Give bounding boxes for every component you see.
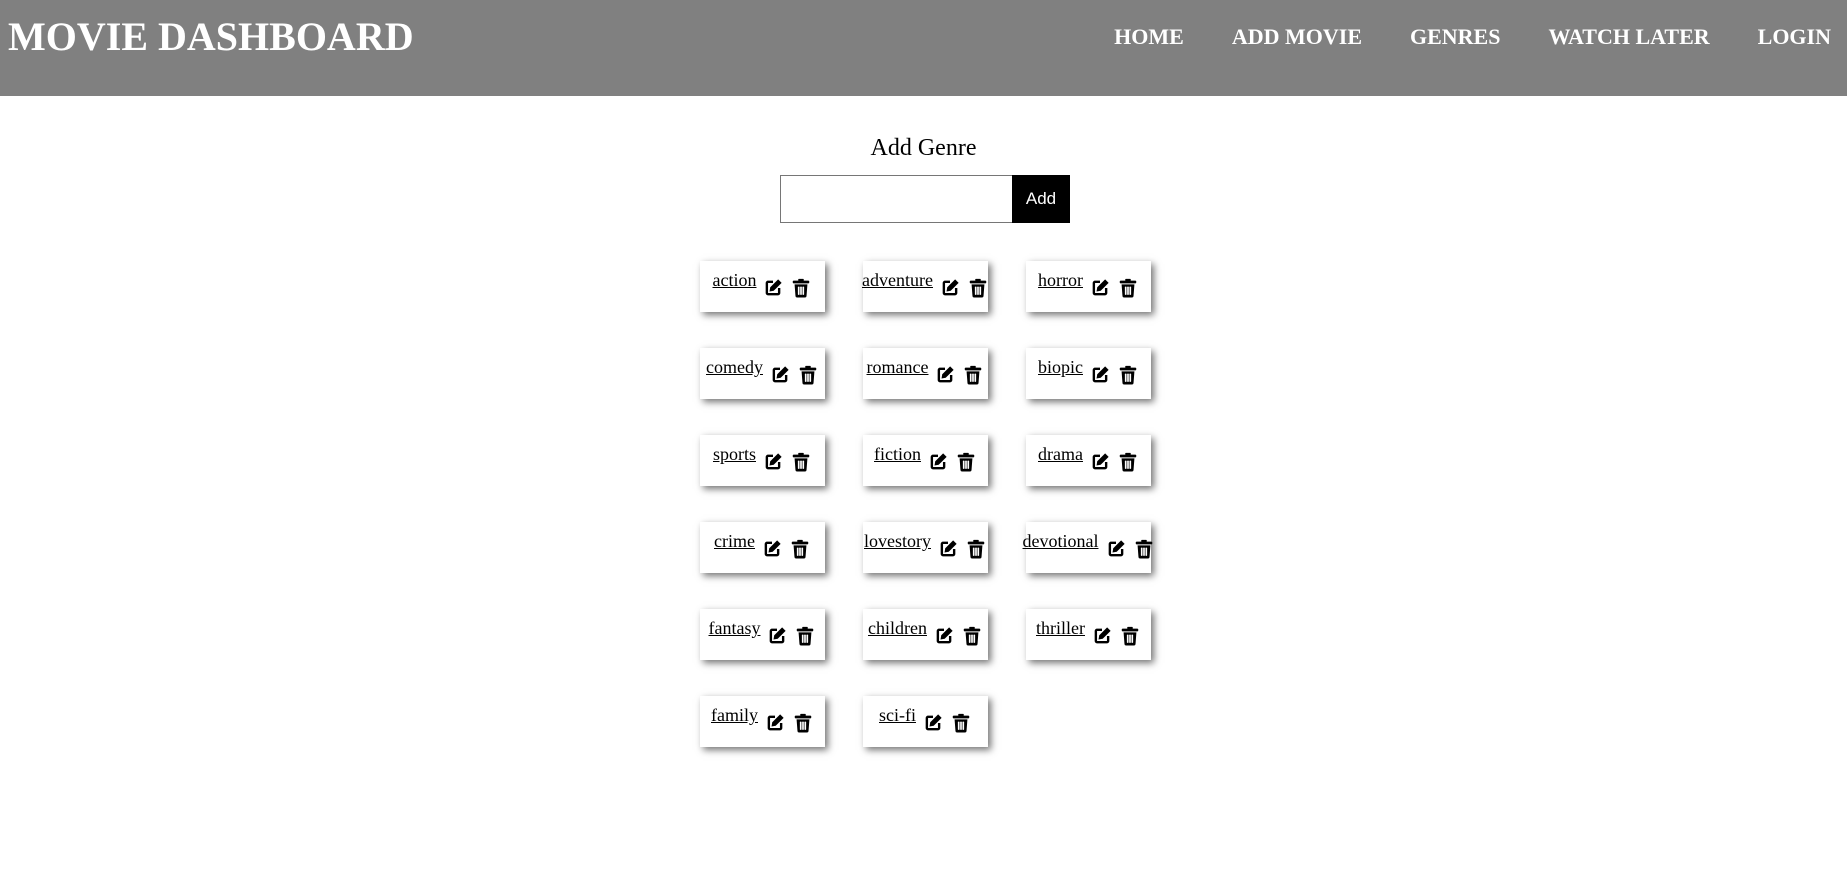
genre-card-children: children xyxy=(863,609,988,660)
genre-name-fiction[interactable]: fiction xyxy=(874,444,921,464)
trash-icon[interactable] xyxy=(789,538,811,560)
genre-name-family[interactable]: family xyxy=(711,705,758,725)
edit-icon[interactable] xyxy=(762,451,784,473)
genre-name-sports[interactable]: sports xyxy=(713,444,756,464)
trash-icon[interactable] xyxy=(1117,364,1139,386)
genre-card-crime: crime xyxy=(700,522,825,573)
genre-name-biopic[interactable]: biopic xyxy=(1038,357,1083,377)
trash-icon[interactable] xyxy=(961,625,983,647)
nav-link-watch-later[interactable]: WATCH LATER xyxy=(1548,24,1709,50)
trash-icon[interactable] xyxy=(790,277,812,299)
genre-card-lovestory: lovestory xyxy=(863,522,988,573)
genre-name-fantasy[interactable]: fantasy xyxy=(709,618,761,638)
genre-card-devotional: devotional xyxy=(1023,522,1152,573)
genre-name-lovestory[interactable]: lovestory xyxy=(864,531,931,551)
genre-card-comedy: comedy xyxy=(700,348,825,399)
genre-card-fantasy: fantasy xyxy=(700,609,825,660)
genre-name-children[interactable]: children xyxy=(868,618,927,638)
genre-card-romance: romance xyxy=(863,348,988,399)
genre-card-sci-fi: sci-fi xyxy=(863,696,988,747)
trash-icon[interactable] xyxy=(955,451,977,473)
edit-icon[interactable] xyxy=(766,625,788,647)
genre-card-sports: sports xyxy=(700,435,825,486)
edit-icon[interactable] xyxy=(933,625,955,647)
trash-icon[interactable] xyxy=(1117,451,1139,473)
edit-icon[interactable] xyxy=(934,364,956,386)
genre-name-action[interactable]: action xyxy=(713,270,757,290)
edit-icon[interactable] xyxy=(1091,625,1113,647)
nav-link-add-movie[interactable]: ADD MOVIE xyxy=(1232,24,1362,50)
genre-name-drama[interactable]: drama xyxy=(1038,444,1083,464)
add-genre-title: Add Genre xyxy=(870,135,977,161)
add-genre-form: Add xyxy=(780,175,1070,223)
add-genre-button[interactable]: Add xyxy=(1012,175,1070,223)
genre-card-action: action xyxy=(700,261,825,312)
genre-name-devotional[interactable]: devotional xyxy=(1023,531,1099,551)
edit-icon[interactable] xyxy=(1089,277,1111,299)
trash-icon[interactable] xyxy=(797,364,819,386)
trash-icon[interactable] xyxy=(1119,625,1141,647)
brand-title: MOVIE DASHBOARD xyxy=(8,14,414,59)
genre-name-input[interactable] xyxy=(780,175,1012,223)
genre-card-horror: horror xyxy=(1026,261,1151,312)
navbar: MOVIE DASHBOARD HOME ADD MOVIE GENRES WA… xyxy=(0,0,1847,96)
trash-icon[interactable] xyxy=(950,712,972,734)
edit-icon[interactable] xyxy=(769,364,791,386)
edit-icon[interactable] xyxy=(927,451,949,473)
trash-icon[interactable] xyxy=(967,277,989,299)
edit-icon[interactable] xyxy=(761,538,783,560)
edit-icon[interactable] xyxy=(937,538,959,560)
genre-card-adventure: adventure xyxy=(862,261,989,312)
genre-card-biopic: biopic xyxy=(1026,348,1151,399)
genre-name-thriller[interactable]: thriller xyxy=(1036,618,1085,638)
genre-name-romance[interactable]: romance xyxy=(867,357,929,377)
edit-icon[interactable] xyxy=(1105,538,1127,560)
nav-link-login[interactable]: LOGIN xyxy=(1758,24,1831,50)
nav-link-genres[interactable]: GENRES xyxy=(1410,24,1500,50)
trash-icon[interactable] xyxy=(965,538,987,560)
genre-name-crime[interactable]: crime xyxy=(714,531,755,551)
trash-icon[interactable] xyxy=(1133,538,1155,560)
genre-card-drama: drama xyxy=(1026,435,1151,486)
trash-icon[interactable] xyxy=(790,451,812,473)
genre-name-adventure[interactable]: adventure xyxy=(862,270,933,290)
genre-name-sci-fi[interactable]: sci-fi xyxy=(879,705,916,725)
genre-name-horror[interactable]: horror xyxy=(1038,270,1083,290)
genre-name-comedy[interactable]: comedy xyxy=(706,357,763,377)
edit-icon[interactable] xyxy=(764,712,786,734)
trash-icon[interactable] xyxy=(962,364,984,386)
trash-icon[interactable] xyxy=(794,625,816,647)
genre-card-thriller: thriller xyxy=(1026,609,1151,660)
edit-icon[interactable] xyxy=(762,277,784,299)
edit-icon[interactable] xyxy=(922,712,944,734)
edit-icon[interactable] xyxy=(939,277,961,299)
trash-icon[interactable] xyxy=(792,712,814,734)
genre-card-fiction: fiction xyxy=(863,435,988,486)
edit-icon[interactable] xyxy=(1089,364,1111,386)
genre-card-family: family xyxy=(700,696,825,747)
nav-links: HOME ADD MOVIE GENRES WATCH LATER LOGIN xyxy=(1090,22,1847,52)
edit-icon[interactable] xyxy=(1089,451,1111,473)
trash-icon[interactable] xyxy=(1117,277,1139,299)
nav-link-home[interactable]: HOME xyxy=(1114,24,1184,50)
genre-list: action adventure horror comedy romance b… xyxy=(700,261,1152,747)
